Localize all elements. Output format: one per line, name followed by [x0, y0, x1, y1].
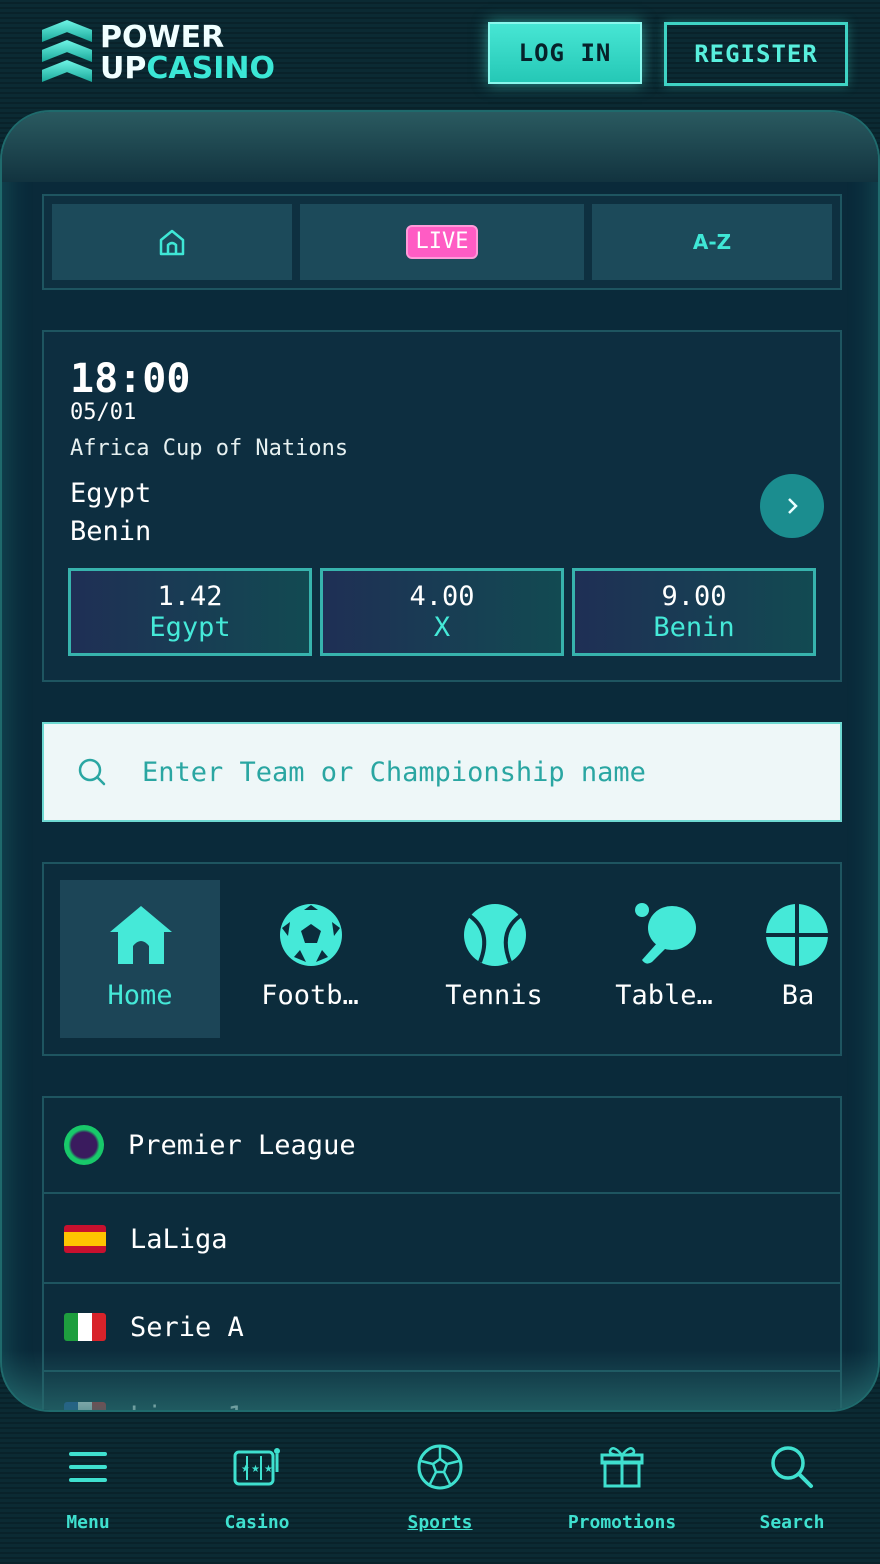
tab-home[interactable]	[52, 204, 292, 280]
gift-icon	[600, 1447, 644, 1488]
menu-icon	[69, 1452, 107, 1482]
nav-label: Menu	[66, 1512, 110, 1533]
nav-casino[interactable]: ★ ★ ★ Casino	[187, 1442, 327, 1533]
bottom-navigation: Menu ★ ★ ★ Casino Sports Promotions Sear…	[0, 1420, 880, 1564]
slot-machine-icon: ★ ★ ★	[233, 1448, 280, 1486]
basketball-icon	[766, 904, 828, 966]
league-premier-league[interactable]: Premier League	[44, 1098, 840, 1194]
live-badge: LIVE	[405, 225, 479, 259]
odds-outcome: Benin	[653, 612, 735, 643]
tab-live[interactable]: LIVE	[300, 204, 584, 280]
sport-label: Footb…	[261, 980, 359, 1011]
logo[interactable]: POWER UPCASINO	[42, 20, 275, 86]
home-icon	[159, 229, 185, 256]
nav-label: Casino	[224, 1512, 290, 1533]
login-button[interactable]: LOG IN	[488, 22, 642, 84]
event-date: 05/01	[70, 400, 137, 425]
logo-mark-icon	[42, 20, 94, 86]
nav-label: Promotions	[567, 1512, 677, 1533]
featured-event-card[interactable]: 18:00 05/01 Africa Cup of Nations Egypt …	[42, 330, 842, 682]
tab-az[interactable]: A-Z	[592, 204, 832, 280]
svg-text:★: ★	[264, 1464, 273, 1475]
nav-search[interactable]: Search	[722, 1442, 862, 1533]
logo-text: POWER UPCASINO	[100, 22, 275, 84]
tennis-ball-icon	[464, 904, 526, 966]
event-details-button[interactable]	[760, 474, 824, 538]
sport-home[interactable]: Home	[60, 880, 220, 1038]
odds-button-home[interactable]: 1.42 Egypt	[68, 568, 312, 656]
odds-button-away[interactable]: 9.00 Benin	[572, 568, 816, 656]
nav-promotions[interactable]: Promotions	[552, 1442, 692, 1533]
logo-line1: POWER	[100, 20, 225, 55]
main-panel: LIVE A-Z 18:00 05/01 Africa Cup of Natio…	[0, 110, 880, 1412]
spain-flag	[64, 1225, 106, 1253]
nav-menu[interactable]: Menu	[18, 1442, 158, 1533]
sport-label: Tennis	[445, 980, 543, 1011]
nav-sports[interactable]: Sports	[370, 1442, 510, 1533]
sport-football[interactable]: Footb…	[230, 880, 390, 1038]
league-name: LaLiga	[130, 1223, 228, 1255]
premier-league-logo	[64, 1125, 104, 1165]
search-icon	[78, 758, 106, 786]
odds-value: 1.42	[157, 581, 223, 612]
sport-label: Home	[107, 980, 173, 1011]
odds-value: 9.00	[661, 581, 727, 612]
header: POWER UPCASINO LOG IN REGISTER	[0, 0, 880, 108]
section-tabs: LIVE A-Z	[42, 194, 842, 290]
event-league: Africa Cup of Nations	[70, 436, 349, 461]
league-name: Serie A	[130, 1311, 244, 1343]
league-laliga[interactable]: LaLiga	[44, 1196, 840, 1284]
svg-text:★: ★	[251, 1464, 260, 1475]
panel-top-bar	[2, 112, 878, 182]
sport-table-tennis[interactable]: Table…	[584, 880, 744, 1038]
event-away-team: Benin	[70, 516, 152, 547]
event-time: 18:00	[70, 356, 191, 402]
register-button[interactable]: REGISTER	[664, 22, 848, 86]
panel-bottom-fade	[2, 1350, 878, 1410]
odds-button-draw[interactable]: 4.00 X	[320, 568, 564, 656]
logo-line2: UPCASINO	[100, 51, 275, 86]
svg-text:★: ★	[241, 1464, 250, 1475]
team-search-box[interactable]	[42, 722, 842, 822]
sport-label: Ba	[781, 980, 815, 1011]
italy-flag	[64, 1313, 106, 1341]
table-tennis-icon	[635, 903, 696, 964]
odds-outcome: Egypt	[149, 612, 231, 643]
league-name: Premier League	[128, 1129, 356, 1161]
search-icon	[771, 1446, 813, 1488]
nav-label: Search	[759, 1512, 825, 1533]
event-home-team: Egypt	[70, 478, 152, 509]
sports-carousel: Home Footb… Tennis Table… Ba	[42, 862, 842, 1056]
football-icon	[280, 904, 342, 966]
house-icon	[110, 906, 172, 964]
team-search-input[interactable]	[142, 756, 782, 788]
odds-value: 4.00	[409, 581, 475, 612]
chevron-right-icon	[788, 498, 798, 514]
football-icon	[417, 1444, 463, 1490]
sport-basketball[interactable]: Ba	[748, 880, 840, 1038]
sport-tennis[interactable]: Tennis	[414, 880, 574, 1038]
odds-outcome: X	[433, 612, 451, 643]
nav-label: Sports	[407, 1512, 473, 1533]
